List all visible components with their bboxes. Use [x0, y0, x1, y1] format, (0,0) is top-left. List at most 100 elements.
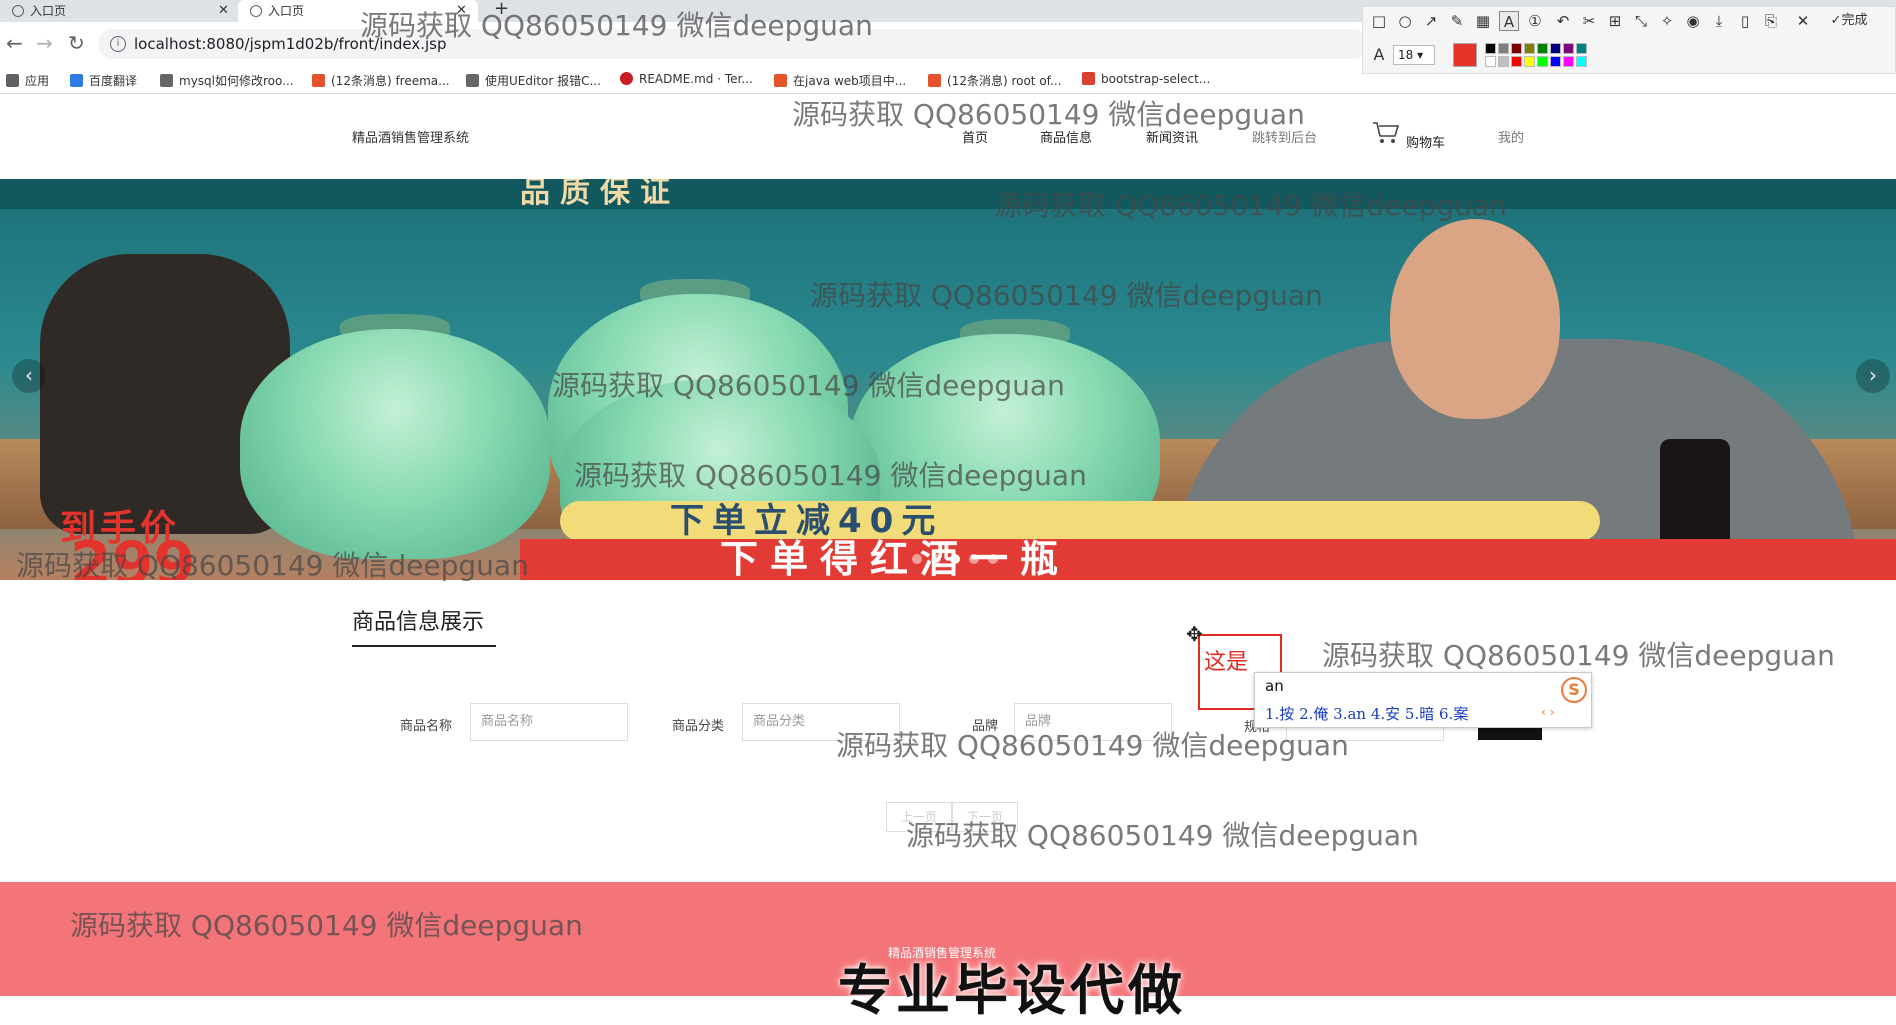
close-icon[interactable]: ✕ [1793, 11, 1813, 31]
bookmark-label: 在java web项目中... [793, 74, 907, 88]
banner-top-band: 品质保证 [0, 179, 1896, 209]
bookmark-icon[interactable]: ⎘ [1761, 11, 1781, 31]
pen-tool-icon[interactable]: ✎ [1447, 11, 1467, 31]
download-icon[interactable]: ⤓ [1709, 11, 1729, 31]
info-icon[interactable]: i [110, 36, 126, 52]
bookmark-label: bootstrap-select... [1101, 72, 1211, 86]
palette-swatch[interactable] [1576, 56, 1587, 67]
ocr-icon[interactable]: ⊞ [1605, 11, 1625, 31]
bookmark-item[interactable]: (12条消息) root of... [928, 72, 1061, 89]
palette-swatch[interactable] [1524, 43, 1535, 54]
browser-tab[interactable]: 入口页 ✕ [0, 0, 236, 22]
cart-icon[interactable] [1372, 121, 1400, 145]
bookmark-item[interactable]: README.md · Ter... [620, 72, 753, 86]
nav-cart[interactable]: 购物车 [1406, 132, 1445, 151]
tab-title: 入口页 [268, 4, 305, 18]
phone-icon[interactable]: ▯ [1735, 11, 1755, 31]
palette-swatch[interactable] [1537, 56, 1548, 67]
palette-swatch[interactable] [1550, 56, 1561, 67]
palette-swatch[interactable] [1498, 56, 1509, 67]
bookmark-label: (12条消息) freema... [331, 74, 450, 88]
bookmark-item[interactable]: (12条消息) freema... [312, 72, 450, 89]
reload-icon[interactable]: ↻ [68, 31, 85, 55]
palette-swatch[interactable] [1485, 43, 1496, 54]
ime-candidate-window[interactable]: an 1.按 2.俺 3.an 4.安 5.暗 6.案 S ‹ › [1254, 672, 1592, 728]
promo-banner-top: 下单立减40元 [560, 501, 1600, 541]
undo-icon[interactable]: ↶ [1553, 11, 1573, 31]
watermark: 源码获取 QQ86050149 微信deepguan [792, 98, 1305, 131]
csdn-icon [928, 74, 941, 87]
csdn-icon [774, 74, 787, 87]
ellipse-tool-icon[interactable]: ○ [1395, 11, 1415, 31]
font-size-select[interactable]: 18 ▾ [1393, 45, 1435, 65]
translate-icon[interactable]: ✧ [1657, 11, 1677, 31]
filter-label-name: 商品名称 [400, 719, 453, 734]
globe-icon [250, 5, 262, 17]
palette-swatch[interactable] [1498, 43, 1509, 54]
pin-icon[interactable]: ✂ [1579, 11, 1599, 31]
watermark: 源码获取 QQ86050149 微信deepguan [552, 369, 1065, 402]
bookmark-item[interactable]: mysql如何修改roo... [160, 72, 294, 89]
palette-swatch[interactable] [1485, 56, 1496, 67]
bookmark-label: README.md · Ter... [639, 72, 753, 86]
annotation-text: 这是 [1204, 650, 1249, 675]
font-size-icon: A [1373, 45, 1385, 64]
product-name-input[interactable]: 商品名称 [470, 703, 628, 741]
bookmark-label: (12条消息) root of... [947, 74, 1062, 88]
carousel-dot[interactable] [969, 554, 980, 564]
watermark: 源码获取 QQ86050149 微信deepguan [994, 189, 1507, 222]
bookmark-apps[interactable]: 应用 [6, 72, 49, 89]
section-title: 商品信息展示 [352, 610, 485, 635]
carousel-dot[interactable] [950, 554, 961, 564]
palette-swatch[interactable] [1511, 43, 1522, 54]
bookmark-item[interactable]: 在java web项目中... [774, 72, 906, 89]
jianshu-icon [1082, 72, 1095, 85]
section-underline [352, 645, 496, 647]
carousel-dot[interactable] [931, 554, 942, 564]
ime-page-arrows[interactable]: ‹ › [1541, 705, 1554, 719]
carousel-dot[interactable] [988, 554, 999, 564]
arrow-tool-icon[interactable]: ↗ [1421, 11, 1441, 31]
link-icon [466, 74, 479, 87]
number-tool-icon[interactable]: ① [1525, 11, 1545, 31]
palette-swatch[interactable] [1537, 43, 1548, 54]
globe-icon [12, 5, 24, 17]
gitee-icon [620, 72, 633, 85]
translate-icon [70, 74, 83, 87]
link-icon [160, 74, 173, 87]
palette-swatch[interactable] [1563, 43, 1574, 54]
long-screenshot-icon[interactable]: ⤡ [1631, 11, 1651, 31]
bookmark-item[interactable]: 百度翻译 [70, 72, 137, 89]
text-tool-icon[interactable]: A [1499, 11, 1519, 31]
record-icon[interactable]: ◉ [1683, 11, 1703, 31]
palette-swatch[interactable] [1511, 56, 1522, 67]
spokesperson-face [1390, 219, 1560, 419]
carousel-dot[interactable] [912, 554, 922, 564]
carousel-next-icon[interactable]: › [1856, 359, 1890, 393]
forward-icon[interactable]: → [36, 31, 53, 55]
confirm-button[interactable]: ✓完成 [1819, 11, 1879, 31]
carousel-prev-icon[interactable]: ‹ [12, 359, 46, 393]
mosaic-tool-icon[interactable]: ▦ [1473, 11, 1493, 31]
close-icon[interactable]: ✕ [218, 0, 229, 22]
rectangle-tool-icon[interactable]: □ [1369, 11, 1389, 31]
ime-composition: an [1265, 677, 1284, 695]
carousel-indicators [912, 549, 1002, 568]
site-brand[interactable]: 精品酒销售管理系统 [352, 127, 469, 146]
nav-mine[interactable]: 我的 [1498, 127, 1524, 146]
back-icon[interactable]: ← [6, 31, 23, 55]
csdn-icon [312, 74, 325, 87]
palette-swatch[interactable] [1550, 43, 1561, 54]
promo-line-1: 下单立减40元 [670, 501, 944, 541]
ime-candidates[interactable]: 1.按 2.俺 3.an 4.安 5.暗 6.案 [1265, 703, 1468, 724]
font-size-value: 18 [1398, 48, 1414, 62]
current-color-swatch[interactable] [1453, 43, 1477, 67]
sogou-icon: S [1561, 677, 1587, 703]
palette-swatch[interactable] [1563, 56, 1574, 67]
bookmark-item[interactable]: 使用UEditor 报错C... [466, 72, 601, 89]
watermark: 源码获取 QQ86050149 微信deepguan [810, 279, 1323, 312]
bookmark-item[interactable]: bootstrap-select... [1082, 72, 1210, 86]
palette-swatch[interactable] [1576, 43, 1587, 54]
palette-swatch[interactable] [1524, 56, 1535, 67]
watermark: 源码获取 QQ86050149 微信deepguan [836, 729, 1349, 762]
